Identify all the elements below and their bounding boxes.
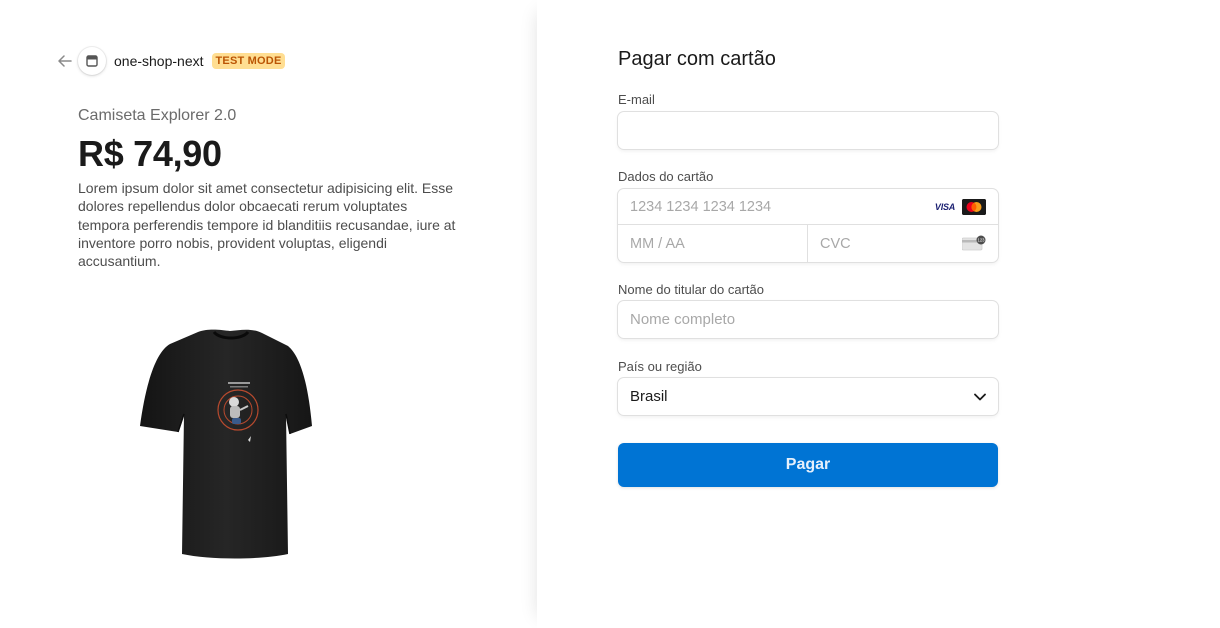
product-description: Lorem ipsum dolor sit amet consectetur a… xyxy=(78,180,456,270)
shop-name[interactable]: one-shop-next xyxy=(114,53,204,69)
payment-form-title: Pagar com cartão xyxy=(618,48,776,70)
merchant-header: one-shop-next TEST MODE xyxy=(56,46,286,76)
card-cvc-input[interactable]: CVC 123 xyxy=(808,225,998,262)
product-image-tshirt xyxy=(140,329,312,559)
product-price: R$ 74,90 xyxy=(78,133,222,174)
card-cvc-icon: 123 xyxy=(961,235,986,251)
mastercard-icon xyxy=(962,199,986,215)
card-brands: VISA xyxy=(933,199,986,215)
product-summary-panel: one-shop-next TEST MODE Camiseta Explore… xyxy=(0,0,537,628)
chevron-down-icon xyxy=(974,388,986,405)
back-arrow-icon[interactable] xyxy=(56,52,74,70)
card-expiry-input[interactable]: MM / AA xyxy=(618,225,808,262)
country-select[interactable]: Brasil xyxy=(618,378,998,415)
country-label: País ou região xyxy=(618,359,702,374)
email-field[interactable] xyxy=(618,112,998,149)
store-icon xyxy=(78,47,106,75)
product-name: Camiseta Explorer 2.0 xyxy=(78,107,237,124)
cardholder-name-field[interactable]: Nome completo xyxy=(618,301,998,338)
card-number-placeholder: 1234 1234 1234 1234 xyxy=(630,198,772,215)
card-number-input[interactable]: 1234 1234 1234 1234 VISA xyxy=(618,189,998,225)
pay-button[interactable]: Pagar xyxy=(618,443,998,487)
visa-icon: VISA xyxy=(934,202,956,212)
test-mode-badge: TEST MODE xyxy=(211,53,286,69)
card-expiry-placeholder: MM / AA xyxy=(630,235,685,252)
cardholder-name-label: Nome do titular do cartão xyxy=(618,282,764,297)
country-value: Brasil xyxy=(630,388,668,405)
svg-text:123: 123 xyxy=(978,238,986,243)
card-details-label: Dados do cartão xyxy=(618,169,714,184)
card-details-group: 1234 1234 1234 1234 VISA MM / AA CVC 123 xyxy=(618,189,998,262)
email-label: E-mail xyxy=(618,92,655,107)
card-cvc-placeholder: CVC xyxy=(820,235,851,252)
cardholder-name-placeholder: Nome completo xyxy=(630,311,736,328)
